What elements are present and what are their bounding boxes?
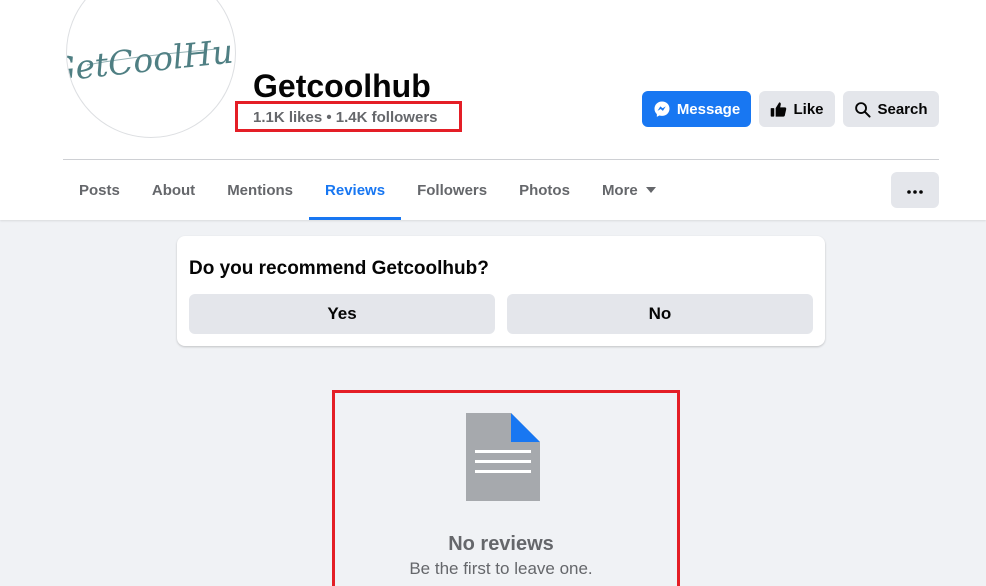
tab-photos[interactable]: Photos (503, 160, 586, 220)
recommend-question: Do you recommend Getcoolhub? (189, 258, 489, 279)
svg-text:GetCoolHub: GetCoolHub (67, 29, 236, 89)
tab-more[interactable]: More (586, 160, 672, 220)
caret-down-icon (645, 187, 656, 193)
tab-mentions[interactable]: Mentions (211, 160, 309, 220)
page-avatar[interactable]: GetCoolHub (66, 0, 236, 138)
tab-about[interactable]: About (136, 160, 211, 220)
search-button[interactable]: Search (843, 91, 939, 127)
empty-state-subtitle: Be the first to leave one. (409, 559, 593, 578)
page-header: GetCoolHub Getcoolhub 1.1K likes • 1.4K … (0, 0, 986, 220)
page-title: Getcoolhub (253, 68, 431, 104)
tab-reviews[interactable]: Reviews (309, 160, 402, 220)
page-tabs: Posts About Mentions Reviews Followers P… (63, 160, 672, 220)
likes-followers-stats[interactable]: 1.1K likes • 1.4K followers (253, 109, 438, 127)
recommend-card: Do you recommend Getcoolhub? Yes No (177, 236, 825, 346)
getcoolhub-logo-icon: GetCoolHub (67, 29, 236, 89)
message-button[interactable]: Message (642, 91, 751, 127)
tab-followers[interactable]: Followers (401, 160, 503, 220)
tab-posts[interactable]: Posts (63, 160, 136, 220)
like-button[interactable]: Like (759, 91, 835, 127)
messenger-icon (653, 100, 671, 118)
three-dots-icon (907, 181, 923, 199)
search-icon (854, 101, 872, 118)
recommend-no-button[interactable]: No (507, 294, 813, 334)
thumbs-up-icon (770, 101, 787, 118)
recommend-yes-button[interactable]: Yes (189, 294, 495, 334)
empty-state-title: No reviews (448, 533, 554, 555)
more-options-button[interactable] (891, 172, 939, 208)
document-icon (465, 412, 541, 507)
